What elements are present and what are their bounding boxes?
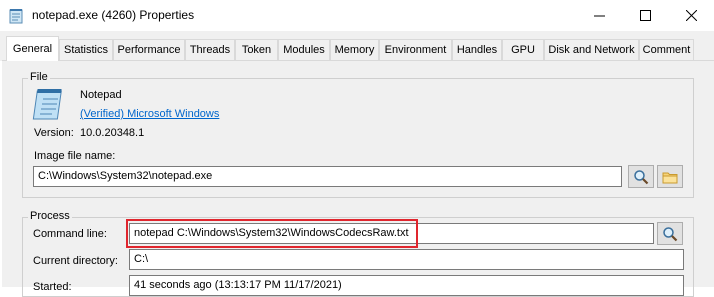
tab-general[interactable]: General [6,36,59,61]
notepad-large-icon [32,86,68,122]
open-folder-button[interactable] [657,165,683,188]
window-title: notepad.exe (4260) Properties [32,8,195,22]
tab-memory[interactable]: Memory [330,39,379,60]
verified-signer-link[interactable]: (Verified) Microsoft Windows [80,108,219,120]
search-icon [663,226,678,241]
tab-gpu[interactable]: GPU [502,39,544,60]
tab-statistics[interactable]: Statistics [59,39,113,60]
folder-icon [662,172,678,183]
tab-performance[interactable]: Performance [113,39,185,60]
maximize-button[interactable] [622,0,668,31]
tab-threads[interactable]: Threads [185,39,235,60]
command-line-highlight [126,219,418,248]
current-directory-label: Current directory: [33,255,118,267]
tab-disk-and-network[interactable]: Disk and Network [544,39,639,60]
file-name: Notepad [80,89,122,101]
started-label: Started: [33,281,72,293]
file-group-title: File [28,71,50,83]
maximize-icon [639,10,651,21]
process-group-title: Process [28,210,72,222]
inspect-command-line-button[interactable] [657,222,683,245]
current-directory-field[interactable]: C:\ [129,249,684,270]
inspect-image-button[interactable] [628,165,654,188]
close-icon [685,10,697,21]
image-file-name-label: Image file name: [34,150,116,162]
search-icon [634,169,649,184]
tab-comment[interactable]: Comment [639,39,694,60]
tab-handles[interactable]: Handles [452,39,502,60]
minimize-icon [593,15,605,17]
tab-token[interactable]: Token [235,39,278,60]
minimize-button[interactable] [576,0,622,31]
close-button[interactable] [668,0,714,31]
version-label: Version: [34,127,74,139]
notepad-app-icon [8,8,24,24]
command-line-label: Command line: [33,228,107,240]
title-bar[interactable]: notepad.exe (4260) Properties [0,0,714,31]
version-value: 10.0.20348.1 [80,127,145,139]
tab-environment[interactable]: Environment [379,39,452,60]
image-file-name-field[interactable]: C:\Windows\System32\notepad.exe [33,166,622,187]
tab-modules[interactable]: Modules [278,39,330,60]
